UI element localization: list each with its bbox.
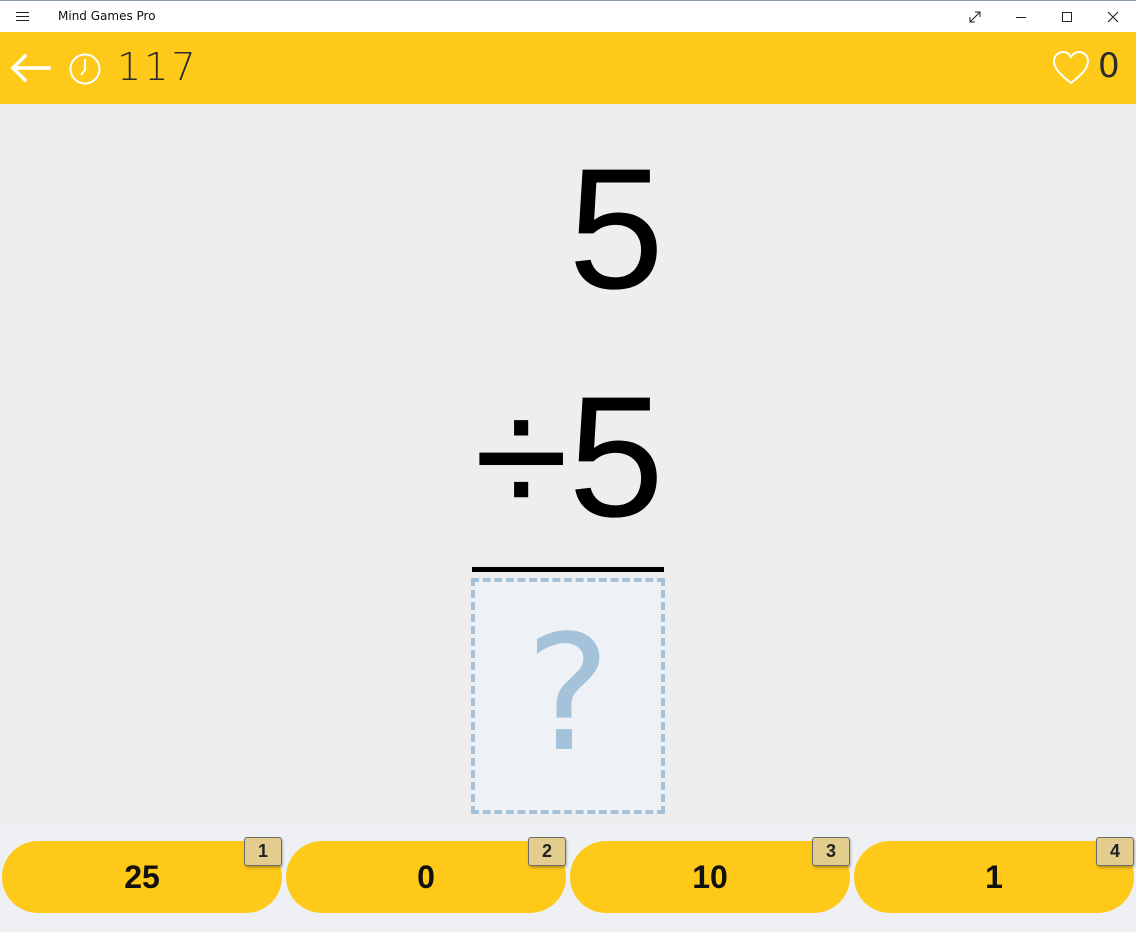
key-hint-4: 4 (1096, 837, 1134, 866)
answer-button-4[interactable]: 1 (854, 841, 1134, 913)
score-value: 0 (1098, 46, 1120, 86)
answers-bar: 25 1 0 2 10 3 1 4 (0, 824, 1136, 932)
answer-placeholder: ? (525, 600, 611, 787)
clock-icon (69, 53, 101, 85)
key-hint-3: 3 (812, 837, 850, 866)
expand-icon[interactable] (952, 1, 998, 32)
title-bar: Mind Games Pro (0, 0, 1136, 32)
minimize-icon[interactable] (998, 1, 1044, 32)
key-hint-2: 2 (528, 837, 566, 866)
hamburger-icon[interactable] (8, 5, 38, 29)
answer-button-3[interactable]: 10 (570, 841, 850, 913)
operand-top: 5 (568, 133, 664, 325)
heart-icon (1052, 50, 1090, 85)
equation-line (472, 567, 664, 572)
game-header: 117 0 (0, 32, 1136, 104)
answer-button-1[interactable]: 25 (2, 841, 282, 913)
maximize-icon[interactable] (1044, 1, 1090, 32)
close-icon[interactable] (1090, 1, 1136, 32)
window-title: Mind Games Pro (58, 9, 156, 23)
answer-button-2[interactable]: 0 (286, 841, 566, 913)
operand-bottom: ÷5 (473, 361, 664, 553)
back-button[interactable] (8, 48, 52, 88)
key-hint-1: 1 (244, 837, 282, 866)
timer-value: 117 (117, 45, 199, 89)
answer-slot: ? (471, 578, 665, 814)
back-arrow-icon (10, 53, 51, 83)
